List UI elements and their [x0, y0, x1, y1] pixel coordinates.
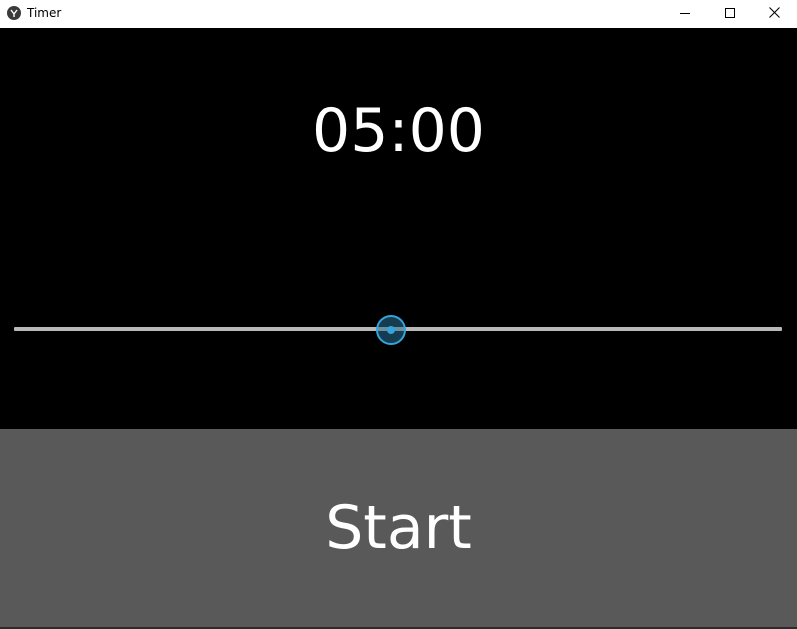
maximize-button[interactable] [707, 0, 752, 28]
title-bar[interactable]: Timer [0, 0, 797, 28]
time-display: 05:00 [312, 96, 485, 166]
minimize-icon [679, 5, 690, 23]
close-icon [769, 5, 780, 23]
slider-thumb[interactable] [376, 315, 407, 345]
window-title: Timer [27, 6, 62, 20]
timer-panel: 05:00 [0, 28, 797, 429]
minimize-button[interactable] [662, 0, 707, 28]
close-button[interactable] [752, 0, 797, 28]
slider-thumb-dot [387, 326, 396, 334]
maximize-icon [724, 5, 735, 23]
app-icon [7, 6, 21, 20]
duration-slider[interactable] [14, 314, 782, 345]
start-button[interactable]: Start [0, 429, 797, 627]
timer-window: Timer 05:00 Start [0, 0, 797, 629]
start-button-label: Start [325, 493, 472, 563]
